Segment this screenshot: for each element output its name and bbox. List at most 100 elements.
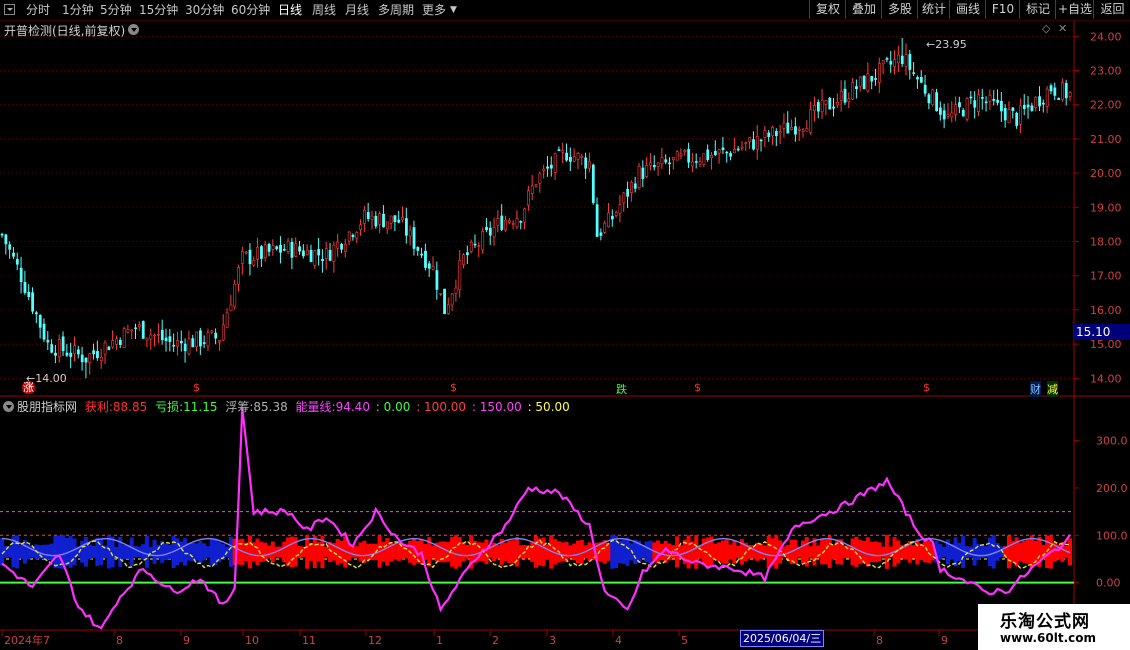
crosshair-date-tag: 2025/06/04/三 xyxy=(740,630,825,647)
event-marker-dividend[interactable]: $ xyxy=(694,381,701,394)
event-marker-dividend[interactable]: $ xyxy=(193,381,200,394)
candle-body xyxy=(950,112,954,118)
stats-button[interactable]: 统计 xyxy=(917,0,950,19)
candle-body xyxy=(1000,100,1003,112)
candle-body xyxy=(500,215,504,230)
candle-body xyxy=(1038,96,1041,107)
candle-body xyxy=(118,339,122,345)
back-button[interactable]: 返回 xyxy=(1093,0,1130,19)
event-marker-up[interactable]: 涨 xyxy=(22,381,35,394)
candle-body xyxy=(378,213,382,225)
candle-body xyxy=(99,356,103,361)
fuquan-button[interactable]: 复权 xyxy=(809,0,846,19)
mark-button[interactable]: 标记 xyxy=(1019,0,1056,19)
diamond-icon[interactable]: ◇ xyxy=(1042,22,1050,35)
indicator-tick-label: 0.00 xyxy=(1096,577,1121,590)
period-tab-daily[interactable]: 日线 xyxy=(278,0,302,20)
event-marker-dividend[interactable]: $ xyxy=(923,381,930,394)
period-tab-60min[interactable]: 60分钟 xyxy=(231,0,270,20)
overlay-button[interactable]: 叠加 xyxy=(845,0,882,19)
period-tab-more[interactable]: 更多 xyxy=(422,0,446,20)
event-marker-finance[interactable]: 财 xyxy=(1030,381,1041,397)
chip-band xyxy=(247,535,252,569)
add-watchlist-button[interactable]: +自选 xyxy=(1055,0,1094,19)
period-tab-5min[interactable]: 5分钟 xyxy=(100,0,132,20)
line-150-value: : 150.00 xyxy=(471,400,522,414)
candle-body xyxy=(374,215,378,227)
chip-band xyxy=(49,543,54,561)
candle-body xyxy=(427,263,431,269)
candle-body xyxy=(1057,97,1061,100)
candle-body xyxy=(134,327,138,330)
candle-body xyxy=(931,89,935,106)
period-tab-1min[interactable]: 1分钟 xyxy=(62,0,94,20)
candle-body xyxy=(580,155,584,158)
candle-body xyxy=(809,109,813,133)
chip-band xyxy=(957,542,962,562)
candle-body xyxy=(782,122,786,129)
energy-value: 94.40 xyxy=(335,400,370,414)
chip-band xyxy=(91,545,96,558)
price-tick-label: 18.00 xyxy=(1090,235,1122,248)
chip-band xyxy=(99,538,104,565)
chip-band xyxy=(625,537,630,567)
candle-body xyxy=(343,244,347,252)
draw-line-button[interactable]: 画线 xyxy=(949,0,986,19)
price-tick-label: 24.00 xyxy=(1090,30,1122,43)
candle-body xyxy=(157,333,160,336)
candle-body xyxy=(282,248,286,251)
chip-band xyxy=(1026,539,1031,564)
line-hundred-value: : 100.00 xyxy=(416,400,467,414)
f10-button[interactable]: F10 xyxy=(985,0,1020,19)
candle-body xyxy=(187,338,191,355)
chip-band xyxy=(1029,535,1034,569)
candle-body xyxy=(290,241,294,258)
candle-body xyxy=(622,192,626,204)
candle-body xyxy=(336,241,340,249)
chip-band xyxy=(926,540,931,563)
period-tab-weekly[interactable]: 周线 xyxy=(312,0,336,20)
period-tab-multi[interactable]: 多周期 xyxy=(378,0,414,20)
event-marker-reduce[interactable]: 减 xyxy=(1047,381,1058,397)
candle-body xyxy=(744,142,748,144)
time-tick-label: 9 xyxy=(183,634,190,647)
candle-body xyxy=(492,227,496,238)
chip-band xyxy=(278,546,283,558)
candle-body xyxy=(168,336,172,342)
chip-band xyxy=(194,543,199,561)
high-price-marker: ←23.95 xyxy=(926,38,967,51)
chip-band xyxy=(732,540,737,564)
candle-body xyxy=(843,88,847,103)
event-marker-dividend[interactable]: $ xyxy=(450,381,457,394)
candle-body xyxy=(813,105,816,112)
candle-body xyxy=(54,352,57,356)
indicator-series xyxy=(0,407,1074,630)
candle-body xyxy=(401,217,405,221)
candle-body xyxy=(687,149,691,163)
indicator-dropdown-icon[interactable] xyxy=(3,401,14,412)
chevron-down-icon[interactable]: ▼ xyxy=(450,0,457,20)
profit-value: 88.85 xyxy=(112,400,148,414)
event-marker-down[interactable]: 跌 xyxy=(616,381,627,397)
chip-band xyxy=(186,543,191,561)
line-zero-number: 0.00 xyxy=(383,400,411,414)
multi-stock-button[interactable]: 多股 xyxy=(881,0,918,19)
candle-body xyxy=(702,153,706,165)
menu-icon[interactable] xyxy=(4,4,15,15)
candle-body xyxy=(534,184,538,187)
period-tab-monthly[interactable]: 月线 xyxy=(345,0,369,20)
candle-body xyxy=(530,185,534,194)
candle-body xyxy=(847,98,851,102)
chip-band xyxy=(808,546,813,558)
title-dropdown-icon[interactable] xyxy=(128,24,139,35)
candle-body xyxy=(935,92,939,112)
indicator-name: 股朋指标网 xyxy=(17,400,78,414)
candle-body xyxy=(565,152,569,161)
period-tab-30min[interactable]: 30分钟 xyxy=(185,0,224,20)
period-tab-15min[interactable]: 15分钟 xyxy=(139,0,178,20)
profit-label: 获利: xyxy=(84,400,113,414)
time-tick-label: 5 xyxy=(681,634,688,647)
period-tab-fenshi[interactable]: 分时 xyxy=(26,0,50,20)
chip-band xyxy=(453,535,458,569)
close-icon[interactable]: ✕ xyxy=(1058,22,1067,35)
